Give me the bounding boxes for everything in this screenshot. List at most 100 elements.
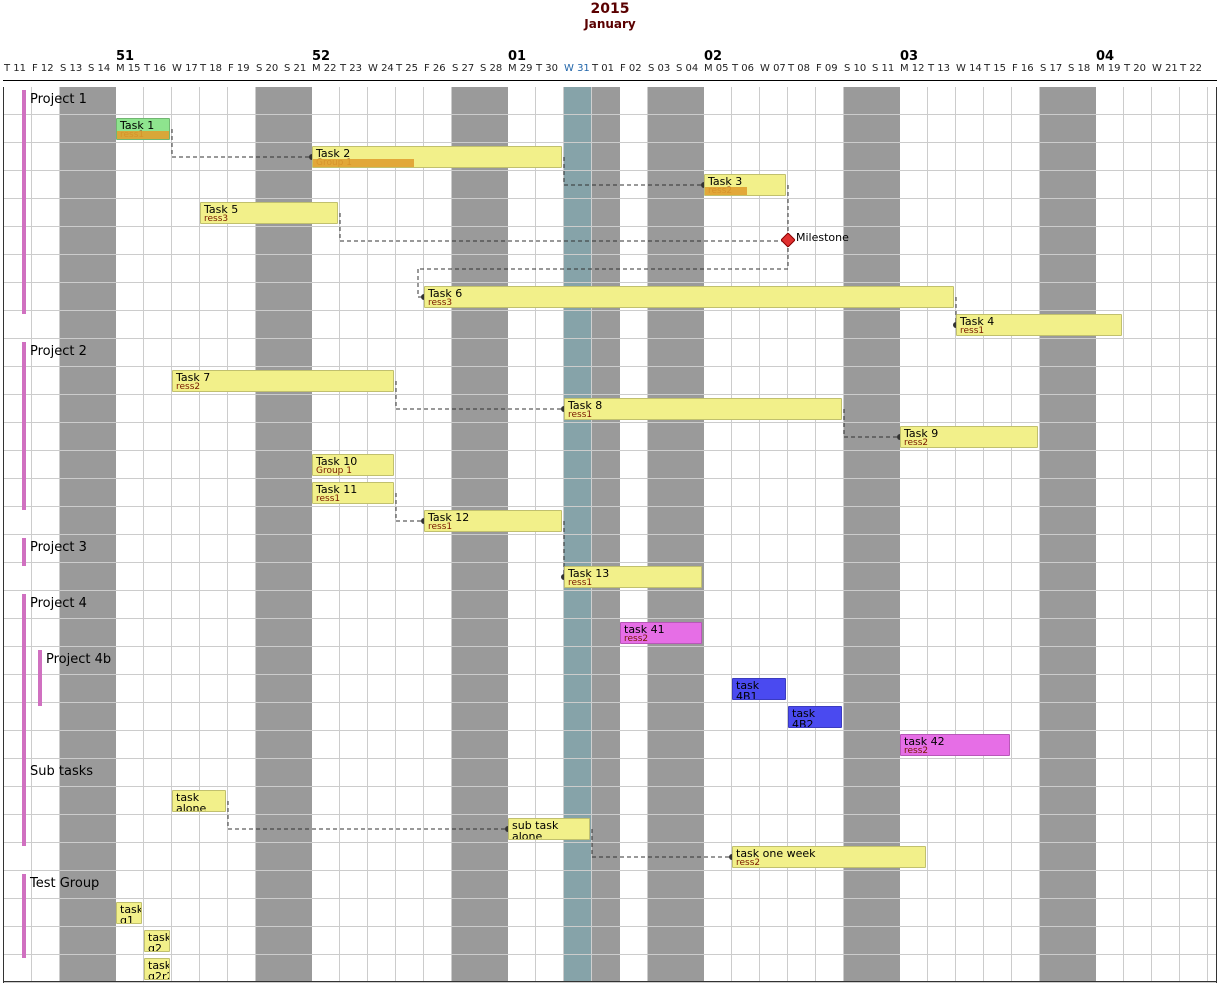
day-header: W 07 xyxy=(759,63,787,80)
day-header: W 31 xyxy=(563,63,591,80)
week-header xyxy=(591,49,619,63)
task-resource: ress3 xyxy=(204,214,334,224)
task-bar[interactable]: task aloneress3 / ress1 xyxy=(172,790,226,812)
project-label: Project 4 xyxy=(30,596,87,611)
task-resource: ress2 xyxy=(904,746,1006,756)
week-header: 02 xyxy=(703,49,731,63)
task-name: task g1 xyxy=(120,903,142,924)
gantt-row xyxy=(4,675,1216,703)
milestone-icon[interactable] xyxy=(781,233,795,247)
task-bar[interactable]: sub task aloneress2 xyxy=(508,818,590,840)
task-bar[interactable]: task 4B1ress2 xyxy=(732,678,786,700)
day-header: T 30 xyxy=(535,63,563,80)
day-header: T 23 xyxy=(339,63,367,80)
task-bar[interactable]: Task 5ress3 xyxy=(200,202,338,224)
gantt-row xyxy=(4,731,1216,759)
task-name: sub task alone xyxy=(512,819,558,840)
task-bar[interactable]: Task 7ress2 xyxy=(172,370,394,392)
project-bar xyxy=(38,650,42,706)
week-header xyxy=(675,49,703,63)
project-bar xyxy=(22,342,26,510)
day-header: S 14 xyxy=(87,63,115,80)
project-label: Project 4b xyxy=(46,652,111,667)
week-header xyxy=(1151,49,1179,63)
task-bar[interactable]: task g2r2ress2 xyxy=(144,958,170,980)
week-header xyxy=(143,49,171,63)
milestone-label: Milestone xyxy=(796,231,849,244)
gantt-row xyxy=(4,227,1216,255)
project-bar xyxy=(22,90,26,314)
chart-title: 2015 xyxy=(3,0,1217,17)
task-progress xyxy=(313,159,414,167)
day-header: F 09 xyxy=(815,63,843,80)
task-bar[interactable]: task 4B2ress1 xyxy=(788,706,842,728)
day-header: M 05 xyxy=(703,63,731,80)
week-header xyxy=(647,49,675,63)
week-header xyxy=(843,49,871,63)
week-header: 52 xyxy=(311,49,339,63)
week-header xyxy=(787,49,815,63)
day-header: W 17 xyxy=(171,63,199,80)
week-header xyxy=(59,49,87,63)
task-bar[interactable]: Task 10Group 1 xyxy=(312,454,394,476)
gantt-row xyxy=(4,927,1216,955)
project-bar xyxy=(22,538,26,566)
chart-subtitle: January xyxy=(3,17,1217,31)
day-header: F 19 xyxy=(227,63,255,80)
task-bar[interactable]: Task 12ress1 xyxy=(424,510,562,532)
gantt-row xyxy=(4,143,1216,171)
task-bar[interactable]: task 42ress2 xyxy=(900,734,1010,756)
week-header xyxy=(1039,49,1067,63)
task-bar[interactable]: task g2Group 1 xyxy=(144,930,170,952)
task-bar[interactable]: Task 8ress1 xyxy=(564,398,842,420)
task-resource: ress1 xyxy=(568,578,698,588)
gantt-row xyxy=(4,703,1216,731)
task-bar[interactable]: Task 13ress1 xyxy=(564,566,702,588)
week-header xyxy=(535,49,563,63)
task-name: task g2r2 xyxy=(148,959,170,980)
week-header: 04 xyxy=(1095,49,1123,63)
week-header xyxy=(927,49,955,63)
gantt-row xyxy=(4,843,1216,871)
task-bar[interactable]: Task 3ress2 xyxy=(704,174,786,196)
task-resource: ress1 xyxy=(568,410,838,420)
task-resource: ress2 xyxy=(904,438,1034,448)
week-header xyxy=(759,49,787,63)
task-bar[interactable]: Task 6ress3 xyxy=(424,286,954,308)
day-header: T 20 xyxy=(1123,63,1151,80)
day-header: S 17 xyxy=(1039,63,1067,80)
project-bar xyxy=(22,874,26,958)
gantt-row xyxy=(4,451,1216,479)
task-bar[interactable]: task g1Group 1 xyxy=(116,902,142,924)
task-progress xyxy=(117,131,170,139)
task-bar[interactable]: Task 2Group 1 xyxy=(312,146,562,168)
day-header: W 14 xyxy=(955,63,983,80)
day-header: T 22 xyxy=(1179,63,1207,80)
task-bar[interactable]: Task 11ress1 xyxy=(312,482,394,504)
gantt-row xyxy=(4,507,1216,535)
gantt-row xyxy=(4,199,1216,227)
day-header: S 11 xyxy=(871,63,899,80)
gantt-chart: 2015 January 515201020304 T 11F 12S 13S … xyxy=(3,0,1217,983)
day-header: F 02 xyxy=(619,63,647,80)
task-bar[interactable]: task 41ress2 xyxy=(620,622,702,644)
task-bar[interactable]: Task 9ress2 xyxy=(900,426,1038,448)
week-header xyxy=(31,49,59,63)
day-header: W 24 xyxy=(367,63,395,80)
task-name: task g2 xyxy=(148,931,170,952)
day-header: F 26 xyxy=(423,63,451,80)
day-header: M 12 xyxy=(899,63,927,80)
week-header xyxy=(451,49,479,63)
day-header: S 27 xyxy=(451,63,479,80)
day-header: F 16 xyxy=(1011,63,1039,80)
week-header: 51 xyxy=(115,49,143,63)
task-bar[interactable]: Task 4ress1 xyxy=(956,314,1122,336)
week-header xyxy=(955,49,983,63)
week-header xyxy=(87,49,115,63)
project-label: Project 1 xyxy=(30,92,87,107)
day-header: S 13 xyxy=(59,63,87,80)
week-header xyxy=(619,49,647,63)
task-bar[interactable]: task one weekress2 xyxy=(732,846,926,868)
task-bar[interactable]: Task 1ress1 xyxy=(116,118,170,140)
week-header: 01 xyxy=(507,49,535,63)
